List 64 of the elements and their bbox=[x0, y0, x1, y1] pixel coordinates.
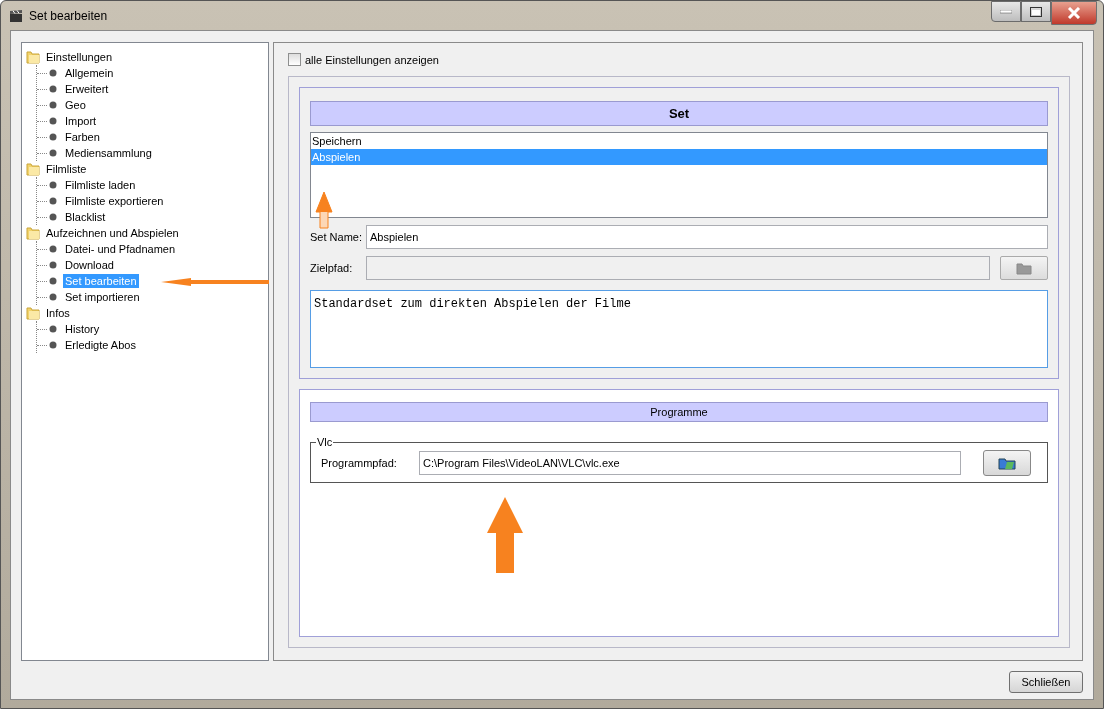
browse-button[interactable] bbox=[983, 450, 1031, 476]
tree-category[interactable]: Einstellungen bbox=[44, 50, 115, 64]
checkbox[interactable] bbox=[288, 53, 301, 66]
arrow-annotation bbox=[315, 191, 333, 229]
tree-item[interactable]: Import bbox=[63, 114, 99, 128]
minimize-button[interactable] bbox=[991, 1, 1021, 22]
tree-item[interactable]: History bbox=[63, 322, 102, 336]
bullet-icon bbox=[49, 293, 57, 301]
folder-icon bbox=[998, 456, 1016, 470]
tree-item[interactable]: Erledigte Abos bbox=[63, 338, 138, 352]
minimize-icon bbox=[1000, 9, 1012, 14]
tree-item[interactable]: Erweitert bbox=[63, 82, 111, 96]
bullet-icon bbox=[49, 341, 57, 349]
folder-icon bbox=[1016, 261, 1032, 275]
window-title: Set bearbeiten bbox=[29, 8, 108, 23]
folder-icon bbox=[26, 50, 40, 64]
section-header: Set bbox=[310, 101, 1048, 126]
clapperboard-icon bbox=[9, 8, 23, 23]
bullet-icon bbox=[49, 133, 57, 141]
tree-item[interactable]: Allgemein bbox=[63, 66, 116, 80]
folder-icon bbox=[26, 306, 40, 320]
close-dialog-button[interactable]: Schließen bbox=[1009, 671, 1083, 693]
tree-category[interactable]: Aufzeichnen und Abspielen bbox=[44, 226, 181, 240]
tree-category[interactable]: Infos bbox=[44, 306, 72, 320]
section-header: Programme bbox=[310, 402, 1048, 422]
field-label: Zielpfad: bbox=[310, 262, 354, 274]
folder-icon bbox=[26, 162, 40, 176]
bullet-icon bbox=[49, 149, 57, 157]
bullet-icon bbox=[49, 261, 57, 269]
close-icon bbox=[1067, 7, 1081, 19]
tree-item[interactable]: Download bbox=[63, 258, 116, 272]
input-field[interactable]: C:\Program Files\VideoLAN\VLC\vlc.exe bbox=[419, 451, 961, 475]
bullet-icon bbox=[49, 213, 57, 221]
tree-item[interactable]: Geo bbox=[63, 98, 88, 112]
field-label: Programmpfad: bbox=[321, 457, 398, 469]
bullet-icon bbox=[49, 117, 57, 125]
bullet-icon bbox=[49, 181, 57, 189]
list-item[interactable]: Speichern bbox=[311, 133, 1047, 149]
browse-button[interactable] bbox=[1000, 256, 1048, 280]
bullet-icon bbox=[49, 245, 57, 253]
maximize-icon bbox=[1030, 6, 1042, 17]
checkbox-label: alle Einstellungen anzeigen bbox=[305, 53, 439, 66]
description-field[interactable]: Standardset zum direkten Abspielen der Filme bbox=[310, 290, 1048, 368]
tree-item[interactable]: Blacklist bbox=[63, 210, 108, 224]
group-label: Vlc bbox=[316, 436, 334, 448]
tree-item[interactable]: Set importieren bbox=[63, 290, 142, 304]
folder-icon bbox=[26, 226, 40, 240]
bullet-icon bbox=[49, 101, 57, 109]
bullet-icon bbox=[49, 85, 57, 93]
tree-category[interactable]: Filmliste bbox=[44, 162, 89, 176]
tree-item[interactable]: Datei- und Pfadnamen bbox=[63, 242, 178, 256]
bullet-icon bbox=[49, 69, 57, 77]
bullet-icon bbox=[49, 197, 57, 205]
bullet-icon bbox=[49, 325, 57, 333]
input-field[interactable]: Abspielen bbox=[366, 225, 1048, 249]
input-field[interactable] bbox=[366, 256, 990, 280]
tree-item[interactable]: Filmliste exportieren bbox=[63, 194, 166, 208]
bullet-icon bbox=[49, 277, 57, 285]
maximize-button[interactable] bbox=[1021, 1, 1051, 22]
close-button[interactable] bbox=[1051, 1, 1097, 25]
tree-item[interactable]: Farben bbox=[63, 130, 102, 144]
field-label: Set Name: bbox=[310, 231, 362, 243]
tree-item[interactable]: Mediensammlung bbox=[63, 146, 154, 160]
tree-item[interactable]: Filmliste laden bbox=[63, 178, 138, 192]
